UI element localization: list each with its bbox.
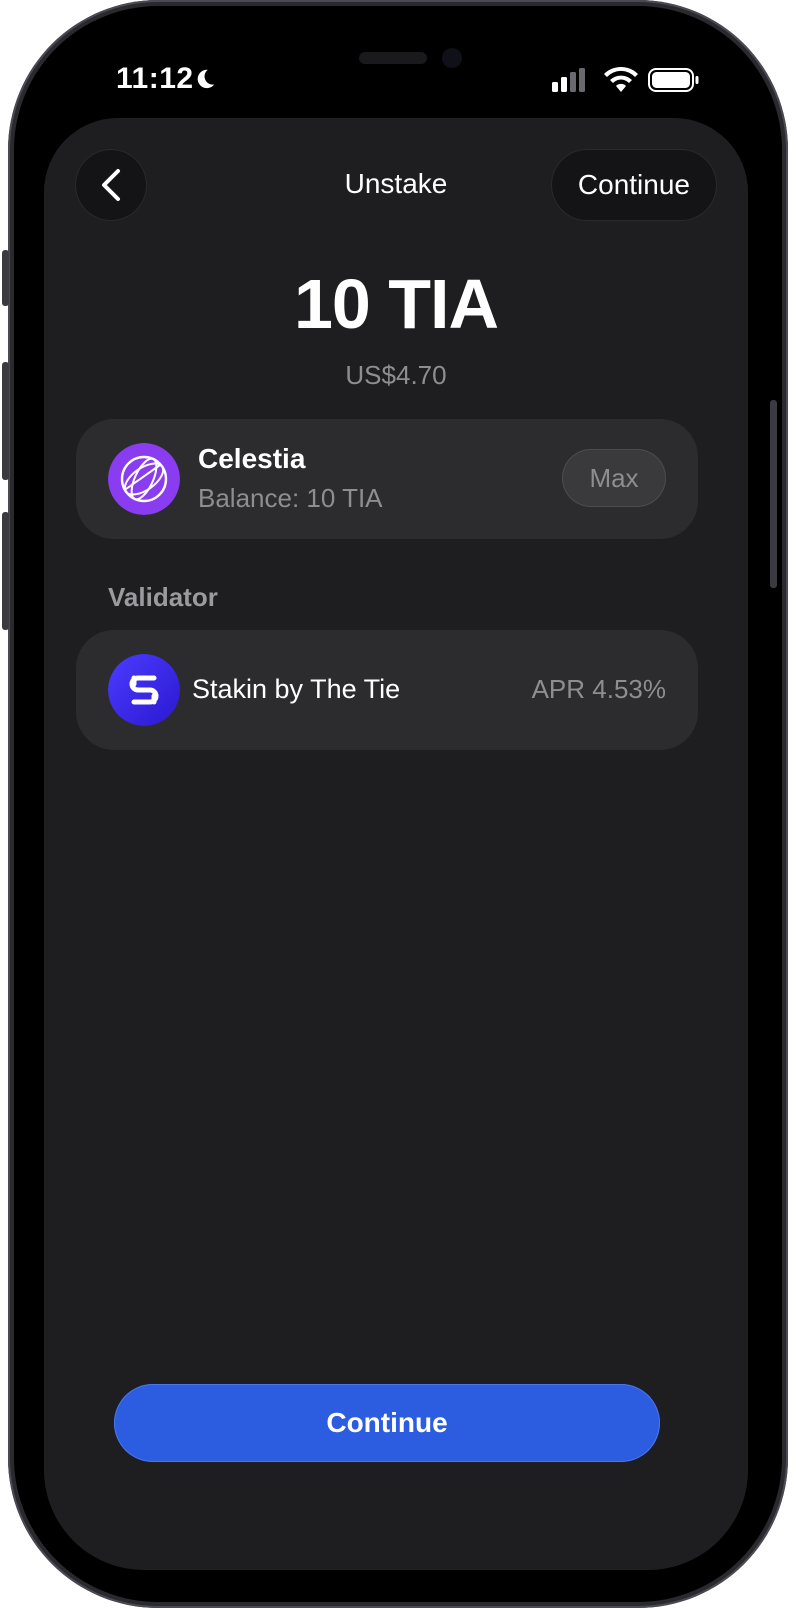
asset-balance: Balance: 10 TIA bbox=[198, 483, 383, 513]
power-button bbox=[770, 400, 777, 588]
celestia-logo-icon bbox=[108, 443, 180, 515]
validator-apr: APR 4.53% bbox=[531, 674, 666, 704]
front-camera bbox=[442, 48, 462, 68]
app-screen: Unstake Continue 10 TIA US$4.70 Celestia… bbox=[44, 118, 748, 1570]
fiat-value: US$4.70 bbox=[345, 360, 447, 390]
stakin-logo-icon bbox=[108, 654, 180, 726]
status-time: 11:12 bbox=[116, 62, 194, 95]
header-continue-button[interactable]: Continue bbox=[551, 150, 716, 220]
speaker-grille bbox=[359, 52, 427, 64]
validator-card[interactable]: Stakin by The Tie APR 4.53% bbox=[76, 630, 698, 750]
max-button[interactable]: Max bbox=[562, 449, 666, 507]
validator-name: Stakin by The Tie bbox=[192, 674, 401, 704]
volume-up-button bbox=[2, 362, 9, 480]
volume-down-button bbox=[2, 512, 9, 630]
wifi-icon bbox=[604, 66, 638, 92]
validator-section-label: Validator bbox=[108, 582, 218, 612]
stake-amount: 10 TIA bbox=[293, 265, 499, 343]
asset-name: Celestia bbox=[198, 443, 306, 474]
moon-icon bbox=[197, 69, 215, 89]
asset-card[interactable]: Celestia Balance: 10 TIA Max bbox=[76, 419, 698, 539]
continue-button[interactable]: Continue bbox=[114, 1384, 660, 1462]
cellular-signal-icon bbox=[552, 68, 585, 92]
side-button bbox=[2, 250, 9, 306]
battery-icon bbox=[648, 68, 699, 92]
status-bar: 11:12 bbox=[44, 40, 748, 120]
